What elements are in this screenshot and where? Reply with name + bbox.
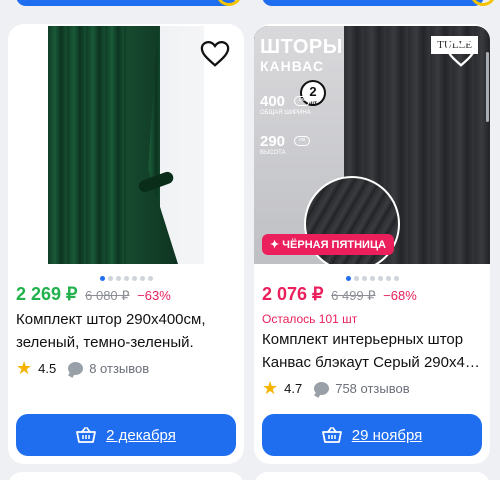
promo-title: ШТОРЫ bbox=[260, 36, 343, 58]
rating-value: 4.5 bbox=[38, 361, 57, 376]
rating-value: 4.7 bbox=[284, 381, 303, 396]
pagination-dot[interactable] bbox=[147, 276, 153, 281]
delivery-date: 29 ноября bbox=[351, 426, 423, 444]
current-price: 2 076 ₽ bbox=[262, 284, 324, 304]
product-title-line: Канвас блэкаут Серый 290x4… bbox=[262, 354, 480, 371]
reviews-count: 8 отзывов bbox=[89, 361, 150, 376]
comment-icon bbox=[68, 362, 84, 375]
height-label: высота bbox=[260, 150, 286, 156]
reviews-count: 758 отзывов bbox=[335, 381, 410, 396]
pagination-dot[interactable] bbox=[115, 276, 121, 281]
product-card[interactable]: 2 269 ₽ 6 080 ₽ −63% Комплект штор 290x4… bbox=[8, 24, 244, 464]
stock-remaining: Осталось 101 шт bbox=[262, 312, 358, 326]
basket-icon bbox=[76, 427, 97, 443]
height-value: 290 bbox=[260, 133, 286, 150]
product-image[interactable] bbox=[8, 26, 244, 264]
delivery-button[interactable]: 2 декабря bbox=[16, 414, 236, 456]
old-price: 6 499 ₽ bbox=[331, 288, 376, 303]
pagination-dot[interactable] bbox=[393, 276, 399, 281]
comment-icon bbox=[314, 382, 330, 395]
discount-label: −63% bbox=[137, 288, 171, 303]
pagination-dot[interactable] bbox=[369, 276, 375, 281]
star-icon: ★ bbox=[16, 358, 33, 378]
pagination-dot[interactable] bbox=[353, 276, 359, 281]
promo-badge-label: ЧЁРНАЯ ПЯТНИЦА bbox=[282, 239, 386, 251]
rating-row: ★ 4.7 758 отзывов bbox=[262, 378, 410, 399]
next-product-card[interactable] bbox=[254, 472, 490, 480]
price-row: 2 076 ₽ 6 499 ₽ −68% bbox=[262, 284, 417, 305]
previous-buy-button[interactable] bbox=[16, 0, 236, 6]
basket-icon bbox=[321, 427, 342, 443]
product-title[interactable]: Комплект штор 290x400см, зеленый, темно-… bbox=[16, 308, 242, 354]
rating-row: ★ 4.5 8 отзывов bbox=[16, 358, 149, 379]
width-value: 400 bbox=[260, 93, 286, 110]
pagination-dot[interactable] bbox=[385, 276, 391, 281]
discount-label: −68% bbox=[383, 288, 417, 303]
pagination-dot[interactable] bbox=[139, 276, 145, 281]
price-row: 2 269 ₽ 6 080 ₽ −63% bbox=[16, 284, 171, 305]
next-product-card[interactable] bbox=[8, 472, 244, 480]
pagination-dot[interactable] bbox=[107, 276, 113, 281]
product-card[interactable]: ШТОРЫ КАНВАС TULLE 2 шт 400 общая ширина… bbox=[254, 24, 490, 464]
star-icon: ★ bbox=[262, 378, 279, 398]
current-price: 2 269 ₽ bbox=[16, 284, 78, 304]
width-arrow-icon: см bbox=[294, 96, 310, 106]
scrollbar[interactable] bbox=[486, 52, 489, 122]
promo-subtitle: КАНВАС bbox=[260, 58, 325, 74]
previous-buy-button[interactable] bbox=[262, 0, 484, 6]
pagination-dot[interactable] bbox=[361, 276, 367, 281]
pagination-dot[interactable] bbox=[123, 276, 129, 281]
pagination-dot[interactable] bbox=[345, 276, 351, 281]
height-arrow-icon: см bbox=[294, 136, 310, 146]
promo-badge: ✦ ЧЁРНАЯ ПЯТНИЦА bbox=[262, 234, 394, 255]
product-image[interactable]: ШТОРЫ КАНВАС TULLE 2 шт 400 общая ширина… bbox=[254, 26, 490, 264]
heart-icon[interactable] bbox=[446, 40, 476, 68]
height-spec: 290 высота см bbox=[260, 134, 320, 157]
delivery-date: 2 декабря bbox=[106, 426, 176, 444]
product-title-line: Комплект интерьерных штор bbox=[262, 331, 464, 348]
width-spec: 400 общая ширина см bbox=[260, 94, 320, 117]
pagination-dot[interactable] bbox=[131, 276, 137, 281]
old-price: 6 080 ₽ bbox=[85, 288, 130, 303]
pagination-dot[interactable] bbox=[99, 276, 105, 281]
pagination-dot[interactable] bbox=[377, 276, 383, 281]
heart-icon[interactable] bbox=[200, 40, 230, 68]
width-label: общая ширина bbox=[260, 110, 311, 116]
delivery-button[interactable]: 29 ноября bbox=[262, 414, 482, 456]
product-title[interactable]: Комплект интерьерных штор Канвас блэкаут… bbox=[262, 328, 488, 374]
